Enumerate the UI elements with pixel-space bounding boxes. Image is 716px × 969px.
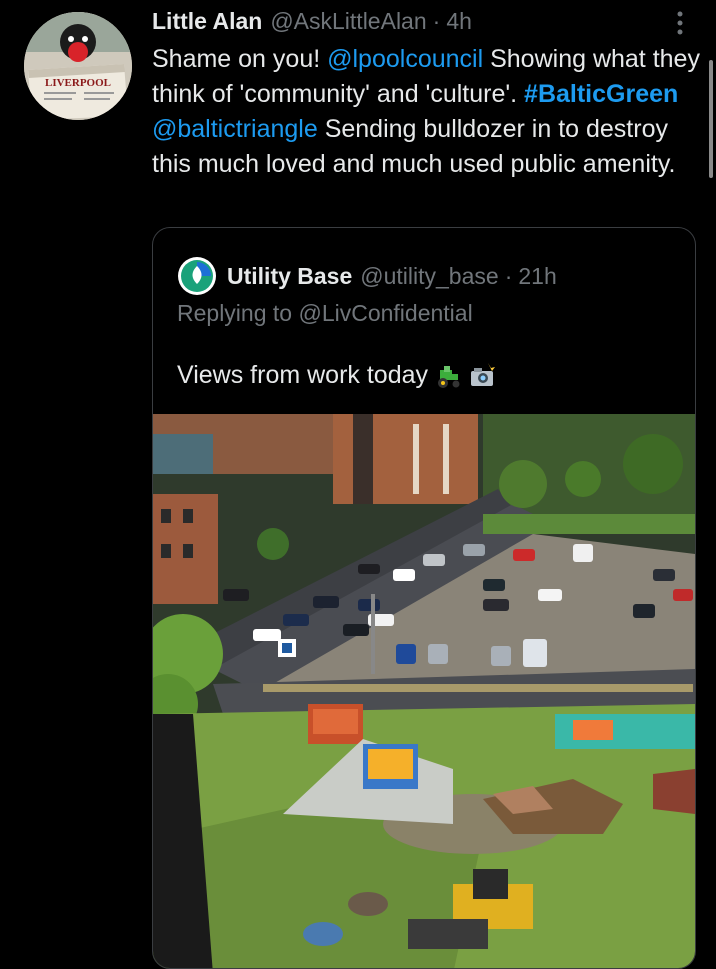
tweet-text: Shame on you! @lpoolcouncil Showing what… [152,42,700,182]
quoted-tweet-text: Views from work today [177,361,496,390]
tractor-emoji-icon [438,365,460,388]
reading-newspaper-avatar-icon: LIVERPOOL [24,12,132,120]
quoted-timestamp[interactable]: 21h [518,263,556,290]
quoted-tweet-header: Utility Base @utility_base · 21h [177,256,557,296]
author-avatar[interactable]: LIVERPOOL [24,12,132,120]
quoted-text: Views from work today [177,361,429,389]
tweet[interactable]: LIVERPOOL Little Alan @AskLittleAlan · 4… [0,0,716,969]
author-handle[interactable]: @AskLittleAlan [270,8,426,35]
mention-link[interactable]: @lpoolcouncil [327,45,483,73]
replying-to-line: Replying to @LivConfidential [177,300,473,327]
hashtag-link[interactable]: #BalticGreen [524,80,678,108]
header-separator: · [432,8,441,34]
tweet-timestamp[interactable]: 4h [446,8,472,35]
avatar-newspaper-text: LIVERPOOL [45,77,111,89]
scrollbar[interactable] [709,60,713,178]
camera-with-flash-emoji-icon [471,362,496,386]
quoted-header-separator: · [504,262,513,289]
replying-to-label: Replying to [177,300,299,326]
tweet-text-part: Shame on you! [152,45,328,73]
replying-to-mention[interactable]: @LivConfidential [298,300,472,326]
utility-base-logo-icon[interactable] [177,256,217,296]
quoted-tweet-card[interactable]: Utility Base @utility_base · 21h Replyin… [152,227,696,969]
quoted-author-name[interactable]: Utility Base [227,263,352,290]
more-vertical-icon[interactable] [670,10,690,36]
author-name[interactable]: Little Alan [152,8,262,35]
tweet-header: Little Alan @AskLittleAlan · 4h [152,8,472,38]
quoted-tweet-media[interactable] [153,414,695,968]
aerial-photo-car-park-green-space [153,414,695,968]
quoted-author-handle[interactable]: @utility_base [360,263,498,290]
mention-link[interactable]: @baltictriangle [152,115,318,143]
